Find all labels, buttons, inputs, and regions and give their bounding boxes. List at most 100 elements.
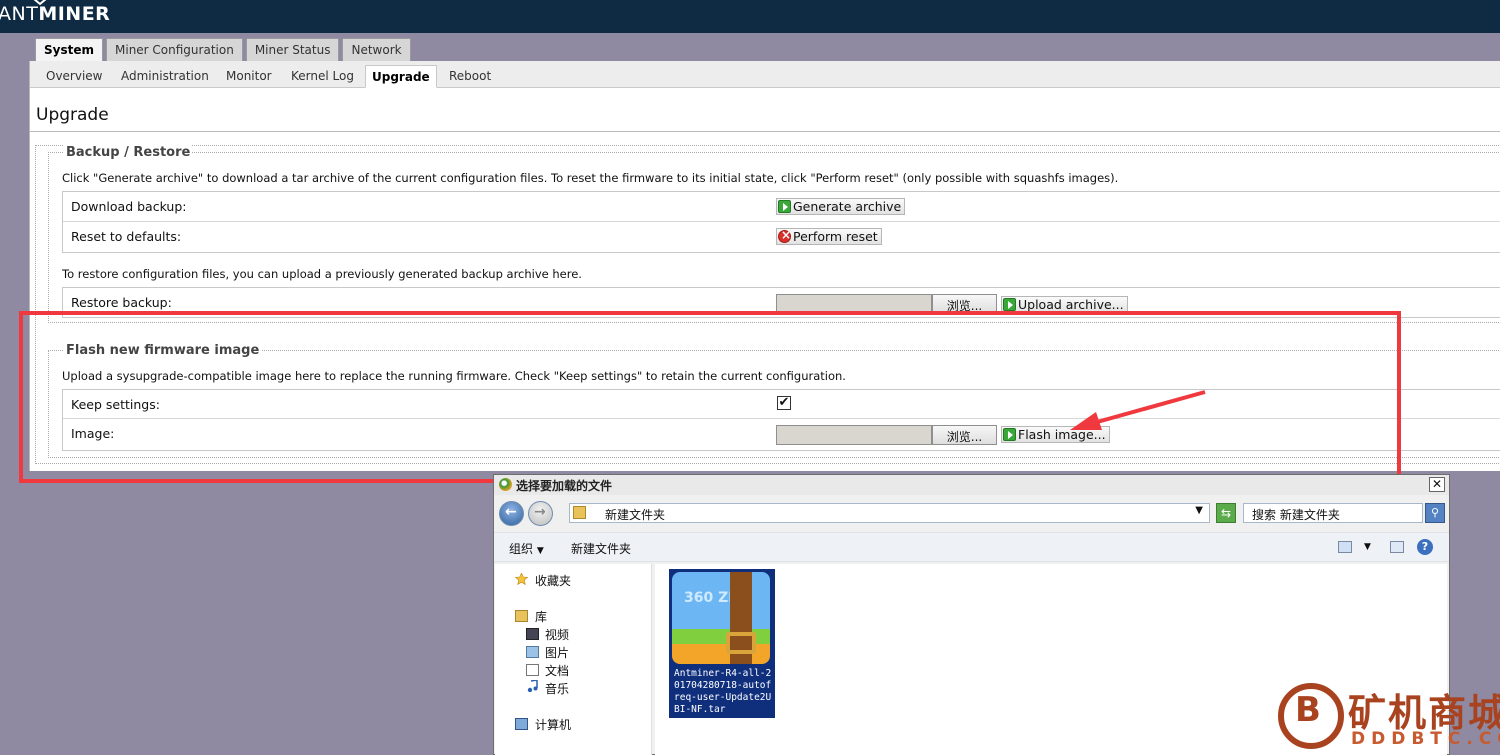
- image-browse-button[interactable]: 浏览...: [932, 425, 997, 445]
- address-text: 新建文件夹: [605, 508, 666, 522]
- generate-archive-button[interactable]: Generate archive: [776, 198, 906, 215]
- generate-archive-label: Generate archive: [793, 199, 902, 214]
- folder-icon: [573, 506, 586, 519]
- tab-miner-status[interactable]: Miner Status: [245, 38, 340, 61]
- back-button[interactable]: ←: [499, 501, 524, 526]
- image-row: Image: 浏览... Flash image...: [63, 419, 1500, 452]
- backup-table: Download backup: Generate archive Reset …: [62, 191, 1500, 253]
- forward-arrow-icon: →: [534, 504, 546, 520]
- flash-description: Upload a sysupgrade-compatible image her…: [62, 369, 846, 383]
- subtab-upgrade[interactable]: Upgrade: [365, 65, 437, 88]
- subtab-kernel-log[interactable]: Kernel Log: [291, 69, 354, 83]
- subtab-administration[interactable]: Administration: [121, 69, 209, 83]
- image-file-input[interactable]: [776, 425, 932, 445]
- main-panel: Overview Administration Monitor Kernel L…: [29, 61, 1500, 471]
- play-icon: [778, 200, 791, 213]
- logo-text-pre: ANT: [0, 3, 39, 25]
- keep-settings-checkbox[interactable]: ✔: [777, 396, 791, 410]
- reset-icon: [778, 228, 791, 243]
- browser-app-icon: [499, 478, 512, 491]
- reset-defaults-label: Reset to defaults:: [71, 229, 182, 244]
- arrow-icon: [1070, 390, 1206, 430]
- back-arrow-icon: ←: [505, 504, 517, 520]
- title-divider: [30, 131, 1500, 132]
- sidebar-item-library[interactable]: 库: [535, 608, 547, 625]
- chevron-down-icon[interactable]: ▼: [1364, 542, 1371, 552]
- sidebar-item-video[interactable]: 视频: [545, 626, 569, 643]
- dialog-close-button[interactable]: ✕: [1429, 477, 1445, 492]
- documents-icon: [526, 664, 539, 676]
- main-tabs: System Miner Configuration Miner Status …: [35, 38, 411, 62]
- play-icon: [1003, 428, 1016, 441]
- star-icon: [515, 573, 528, 585]
- zip-archive-icon: 360 ZIP: [672, 572, 770, 664]
- sidebar-item-music[interactable]: 音乐: [545, 680, 569, 697]
- reset-defaults-row: Reset to defaults: Perform reset: [63, 222, 1500, 253]
- help-icon[interactable]: ?: [1417, 539, 1433, 555]
- flash-table: Keep settings: ✔ Image: 浏览... Flash imag…: [62, 389, 1500, 451]
- flash-firmware-section: Flash new firmware image Upload a sysupg…: [48, 343, 1500, 458]
- download-backup-label: Download backup:: [71, 199, 187, 214]
- sidebar-item-pictures[interactable]: 图片: [545, 644, 569, 661]
- refresh-button[interactable]: ⇆: [1216, 503, 1236, 523]
- chevron-down-icon[interactable]: ▼: [1195, 505, 1203, 516]
- dialog-title-bar: 选择要加载的文件 ✕: [494, 475, 1449, 495]
- logo-text-bold: MINER: [38, 3, 111, 25]
- sidebar-item-computer[interactable]: 计算机: [535, 716, 571, 733]
- search-input[interactable]: 搜索 新建文件夹: [1243, 503, 1423, 523]
- image-label: Image:: [71, 426, 115, 441]
- view-options-icon[interactable]: [1338, 541, 1352, 553]
- organize-menu[interactable]: 组织 ▼: [509, 540, 544, 557]
- antminer-logo: ANTMINER: [0, 3, 110, 25]
- watermark-text-en: DDDBTC.COM: [1351, 729, 1500, 749]
- restore-description: To restore configuration files, you can …: [62, 267, 582, 281]
- page-title: Upgrade: [36, 105, 109, 125]
- restore-table: Restore backup: 浏览... Upload archive...: [62, 287, 1500, 318]
- file-item[interactable]: 360 ZIP Antminer-R4-all-201704280718-aut…: [669, 569, 775, 718]
- dialog-toolbar: 组织 ▼ 新建文件夹 ▼: [494, 532, 1449, 562]
- pictures-icon: [526, 646, 539, 658]
- tab-miner-configuration[interactable]: Miner Configuration: [106, 38, 243, 61]
- perform-reset-label: Perform reset: [793, 229, 878, 244]
- keep-settings-row: Keep settings: ✔: [63, 390, 1500, 419]
- dialog-title: 选择要加载的文件: [516, 479, 613, 493]
- preview-pane-icon[interactable]: [1390, 541, 1404, 553]
- library-icon: [515, 610, 528, 622]
- restore-backup-row: Restore backup: 浏览... Upload archive...: [63, 288, 1500, 318]
- backup-legend: Backup / Restore: [64, 145, 193, 160]
- sidebar-item-favorites[interactable]: 收藏夹: [535, 572, 571, 589]
- search-icon[interactable]: ⚲: [1425, 503, 1445, 523]
- upload-archive-label: Upload archive...: [1018, 297, 1124, 312]
- perform-reset-button[interactable]: Perform reset: [776, 228, 882, 245]
- new-folder-button[interactable]: 新建文件夹: [571, 540, 631, 557]
- backup-restore-section: Backup / Restore Click "Generate archive…: [48, 145, 1500, 323]
- upload-archive-button[interactable]: Upload archive...: [1001, 296, 1128, 313]
- watermark-mark: B: [1295, 690, 1321, 730]
- chevron-down-icon: ▼: [536, 546, 544, 556]
- backup-description: Click "Generate archive" to download a t…: [62, 171, 1119, 185]
- watermark-logo: B 矿机商城 DDDBTC.COM: [1278, 682, 1500, 755]
- sub-tabs: Overview Administration Monitor Kernel L…: [30, 61, 1500, 88]
- tab-network[interactable]: Network: [342, 38, 411, 61]
- navigation-pane: 收藏夹 库 视频 图片 文档 音乐 计算机: [495, 564, 652, 755]
- sidebar-item-documents[interactable]: 文档: [545, 662, 569, 679]
- file-name: Antminer-R4-all-201704280718-autofreq-us…: [674, 668, 772, 715]
- restore-browse-button[interactable]: 浏览...: [932, 294, 997, 314]
- play-icon: [1003, 298, 1016, 311]
- restore-file-input[interactable]: [776, 294, 932, 314]
- restore-backup-label: Restore backup:: [71, 295, 172, 310]
- organize-label: 组织: [509, 542, 534, 556]
- computer-icon: [515, 718, 528, 730]
- download-backup-row: Download backup: Generate archive: [63, 192, 1500, 222]
- forward-button[interactable]: →: [528, 501, 553, 526]
- tab-system[interactable]: System: [35, 38, 103, 62]
- address-bar[interactable]: 新建文件夹 ▼: [569, 503, 1210, 523]
- music-icon: [527, 680, 538, 692]
- subtab-monitor[interactable]: Monitor: [226, 69, 272, 83]
- keep-settings-label: Keep settings:: [71, 397, 160, 412]
- subtab-reboot[interactable]: Reboot: [449, 69, 491, 83]
- subtab-overview[interactable]: Overview: [46, 69, 103, 83]
- flash-legend: Flash new firmware image: [64, 343, 262, 358]
- video-icon: [526, 628, 539, 640]
- top-bar: ANTMINER: [0, 0, 1500, 33]
